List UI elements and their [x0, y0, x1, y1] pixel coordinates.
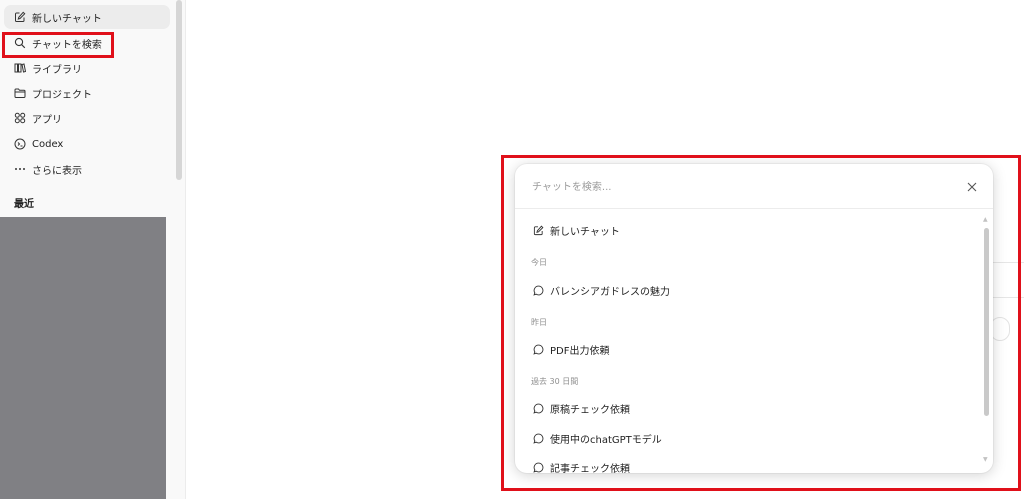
scroll-down-arrow-icon[interactable]: ▼: [983, 456, 988, 463]
chat-bubble-icon: [533, 403, 544, 414]
chat-result-item[interactable]: PDF出力依頼: [533, 338, 973, 360]
chat-result-item[interactable]: 記事チェック依頼: [533, 456, 973, 473]
recent-chats-redacted: [0, 217, 166, 499]
chat-result-item[interactable]: 使用中のchatGPTモデル: [533, 427, 973, 449]
sidebar-item-label: さらに表示: [32, 165, 82, 177]
sidebar: 新しいチャット チャットを検索 ライブラリ プロジェクト アプリ Codex さ…: [0, 0, 186, 499]
new-chat-label: 新しいチャット: [550, 226, 620, 238]
search-icon: [14, 37, 26, 49]
sidebar-scrollbar[interactable]: [176, 0, 182, 180]
sidebar-item-label: アプリ: [32, 114, 62, 126]
sidebar-item-label: プロジェクト: [32, 89, 92, 101]
compose-icon: [14, 11, 26, 23]
codex-icon: [14, 138, 26, 150]
more-icon: [14, 163, 26, 175]
modal-scrollbar[interactable]: [984, 228, 989, 416]
sidebar-item-label: 新しいチャット: [32, 13, 102, 25]
chat-result-title: バレンシアガドレスの魅力: [550, 286, 670, 298]
chat-bubble-icon: [533, 433, 544, 444]
sidebar-item-codex[interactable]: Codex: [4, 132, 170, 156]
modal-header: [515, 164, 993, 209]
sidebar-item-label: ライブラリ: [32, 64, 82, 76]
sidebar-item-projects[interactable]: プロジェクト: [4, 81, 170, 105]
sidebar-item-apps[interactable]: アプリ: [4, 106, 170, 130]
chat-result-title: 使用中のchatGPTモデル: [550, 434, 662, 446]
chat-bubble-icon: [533, 285, 544, 296]
page: 新しいチャット チャットを検索 ライブラリ プロジェクト アプリ Codex さ…: [0, 0, 1024, 499]
sidebar-item-label: チャットを検索: [32, 39, 102, 51]
sidebar-item-new-chat[interactable]: 新しいチャット: [4, 5, 170, 29]
new-chat-item[interactable]: 新しいチャット: [533, 219, 973, 241]
folder-icon: [14, 87, 26, 99]
scroll-up-arrow-icon[interactable]: ▲: [983, 216, 988, 223]
recent-heading: 最近: [14, 199, 34, 210]
section-label-today: 今日: [531, 258, 547, 267]
search-chats-modal: 新しいチャット 今日 バレンシアガドレスの魅力 昨日 PDF出力依頼 過去 30…: [515, 164, 993, 473]
close-button[interactable]: [963, 178, 981, 196]
chat-bubble-icon: [533, 344, 544, 355]
section-label-yesterday: 昨日: [531, 318, 547, 327]
search-input[interactable]: [532, 177, 932, 197]
chat-result-title: 原稿チェック依頼: [550, 404, 630, 416]
chat-result-title: PDF出力依頼: [550, 345, 610, 357]
background-control: [990, 317, 1010, 341]
close-icon: [967, 182, 977, 192]
chat-result-item[interactable]: バレンシアガドレスの魅力: [533, 279, 973, 301]
apps-icon: [14, 112, 26, 124]
sidebar-item-label: Codex: [32, 138, 64, 150]
background-divider: [992, 262, 1024, 298]
chat-result-item[interactable]: 原稿チェック依頼: [533, 397, 973, 419]
compose-icon: [533, 225, 544, 236]
section-label-past-30-days: 過去 30 日間: [531, 377, 579, 386]
sidebar-item-library[interactable]: ライブラリ: [4, 56, 170, 80]
chat-result-title: 記事チェック依頼: [550, 463, 630, 474]
library-icon: [14, 62, 26, 74]
sidebar-item-more[interactable]: さらに表示: [4, 157, 170, 181]
sidebar-item-search-chats[interactable]: チャットを検索: [4, 31, 170, 55]
chat-bubble-icon: [533, 462, 544, 473]
